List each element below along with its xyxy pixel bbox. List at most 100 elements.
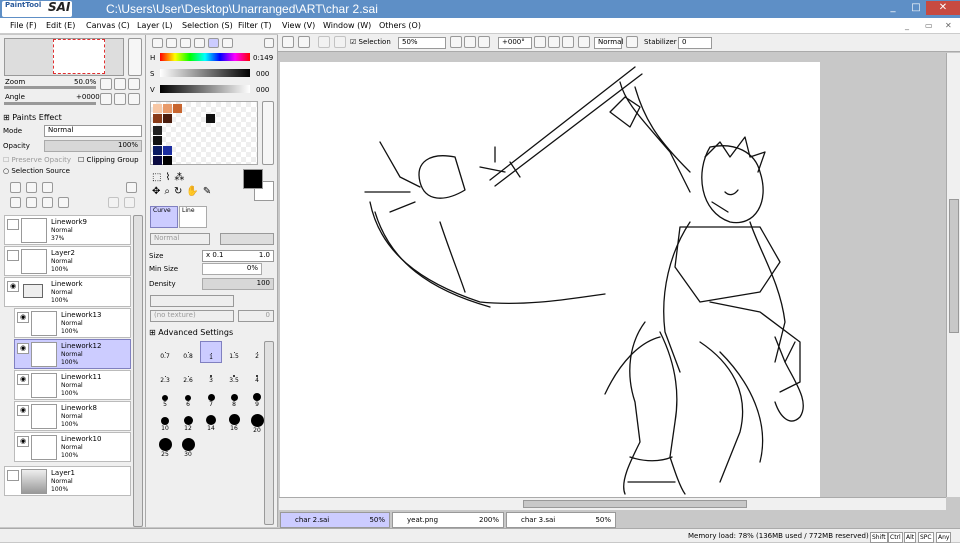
brush-size-preset[interactable]: 2.6 bbox=[177, 365, 199, 387]
rotate-reset-toolbar-icon[interactable] bbox=[562, 36, 574, 48]
layer-item[interactable]: Layer1 Normal 100% bbox=[4, 466, 131, 496]
layer-opacity-bar[interactable]: 100% bbox=[44, 140, 142, 152]
document-tab[interactable]: char 2.sai 50% bbox=[280, 512, 390, 528]
texture-strength[interactable]: 0 bbox=[238, 310, 274, 322]
clipping-group-checkbox[interactable]: ☐ Clipping Group bbox=[78, 156, 139, 165]
close-button[interactable]: ✕ bbox=[926, 1, 960, 15]
layer-visibility-icon[interactable] bbox=[7, 219, 19, 230]
clear-layer-icon[interactable] bbox=[42, 197, 53, 208]
layer-visibility-icon[interactable]: ◉ bbox=[17, 436, 29, 447]
density-bar[interactable]: 100 bbox=[202, 278, 274, 290]
blend-mode-select[interactable]: Normal bbox=[594, 37, 623, 49]
color-scratchpad[interactable] bbox=[150, 101, 258, 165]
angle-slider[interactable] bbox=[4, 102, 96, 105]
saturation-slider[interactable] bbox=[160, 69, 250, 77]
eyedropper-icon[interactable]: ✎ bbox=[203, 186, 215, 197]
transfer-down-icon[interactable] bbox=[10, 197, 21, 208]
brush-size-preset[interactable]: 8 bbox=[223, 389, 245, 411]
rotate-left-icon[interactable] bbox=[100, 93, 112, 105]
rotate-ccw-icon[interactable] bbox=[534, 36, 546, 48]
hue-slider[interactable] bbox=[160, 53, 250, 61]
deselect-icon[interactable] bbox=[318, 36, 330, 48]
brush-size-preset[interactable]: 25 bbox=[154, 437, 176, 459]
advanced-settings-header[interactable]: ⊞ Advanced Settings bbox=[149, 328, 233, 337]
color-swatch[interactable] bbox=[163, 146, 172, 155]
layer-unlock-icon[interactable] bbox=[124, 197, 135, 208]
horizontal-scroll-thumb[interactable] bbox=[523, 500, 747, 508]
rotate-reset-icon[interactable] bbox=[128, 93, 140, 105]
selection-toggle[interactable]: ☑ Selection bbox=[350, 38, 391, 47]
brush-size-preset[interactable]: 3 bbox=[200, 365, 222, 387]
hsv-slider-icon[interactable] bbox=[180, 38, 191, 48]
zoom-out-toolbar-icon[interactable] bbox=[450, 36, 462, 48]
color-swatch[interactable] bbox=[173, 104, 182, 113]
brush-size-preset[interactable]: 7 bbox=[200, 389, 222, 411]
brush-size-preset[interactable]: 6 bbox=[177, 389, 199, 411]
menu-edit[interactable]: Edit (E) bbox=[46, 20, 75, 32]
rgb-slider-icon[interactable] bbox=[166, 38, 177, 48]
magic-wand-icon[interactable]: ⁂ bbox=[174, 172, 188, 183]
zoom-reset-icon[interactable] bbox=[128, 78, 140, 90]
invert-selection-icon[interactable] bbox=[334, 36, 346, 48]
menu-canvas[interactable]: Canvas (C) bbox=[86, 20, 130, 32]
zoom-in-toolbar-icon[interactable] bbox=[464, 36, 476, 48]
maximize-button[interactable]: □ bbox=[906, 1, 926, 15]
new-linework-layer-icon[interactable] bbox=[26, 182, 37, 193]
layer-lock-icon[interactable] bbox=[108, 197, 119, 208]
tool-line[interactable]: Line bbox=[179, 206, 207, 228]
rotate-cw-icon[interactable] bbox=[548, 36, 560, 48]
hand-tool-icon[interactable]: ✋ bbox=[186, 186, 202, 197]
rotate-tool-icon[interactable]: ↻ bbox=[174, 186, 186, 197]
brush-size-preset[interactable]: 0.7 bbox=[154, 341, 176, 363]
layer-item[interactable]: ◉ Linework11 Normal 100% bbox=[14, 370, 131, 400]
zoom-slider[interactable] bbox=[4, 86, 96, 89]
canvas-paper[interactable] bbox=[280, 62, 820, 497]
brush-size-preset[interactable]: 2.3 bbox=[154, 365, 176, 387]
lasso-tool-icon[interactable]: ⌇ bbox=[165, 172, 174, 183]
layer-visibility-icon[interactable]: ◉ bbox=[17, 343, 29, 354]
brush-size-preset[interactable]: 10 bbox=[154, 413, 176, 435]
menu-window[interactable]: Window (W) bbox=[323, 20, 371, 32]
brush-size-preset[interactable]: 16 bbox=[223, 413, 245, 435]
blend-mode-icon[interactable] bbox=[626, 36, 638, 48]
flip-canvas-icon[interactable] bbox=[578, 36, 590, 48]
layer-visibility-icon[interactable]: ◉ bbox=[17, 312, 29, 323]
layer-panel-toggle-icon[interactable] bbox=[126, 182, 137, 193]
color-swatch[interactable] bbox=[153, 126, 162, 135]
layer-item[interactable]: ◉ Linework8 Normal 100% bbox=[14, 401, 131, 431]
menu-selection[interactable]: Selection (S) bbox=[182, 20, 233, 32]
brush-size-preset[interactable]: 3.5 bbox=[223, 365, 245, 387]
primary-color[interactable] bbox=[243, 169, 263, 189]
stabilizer-select[interactable]: 0 bbox=[678, 37, 712, 49]
scratchpad-icon[interactable] bbox=[208, 38, 219, 48]
new-folder-icon[interactable] bbox=[42, 182, 53, 193]
angle-select[interactable]: +000° bbox=[498, 37, 532, 49]
document-tab[interactable]: yeat.png 200% bbox=[392, 512, 504, 528]
horizontal-scrollbar[interactable] bbox=[279, 497, 946, 510]
navigator-viewport[interactable] bbox=[53, 39, 105, 74]
zoom-out-icon[interactable] bbox=[100, 78, 112, 90]
color-swatch[interactable] bbox=[163, 104, 172, 113]
delete-layer-icon[interactable] bbox=[58, 197, 69, 208]
layer-list-scrollbar[interactable] bbox=[133, 215, 143, 527]
navigator-preview[interactable] bbox=[4, 38, 124, 76]
brush-size-preset[interactable]: 1 bbox=[200, 341, 222, 363]
menu-layer[interactable]: Layer (L) bbox=[137, 20, 173, 32]
color-wheel-icon[interactable] bbox=[152, 38, 163, 48]
bleeding-field[interactable] bbox=[150, 295, 234, 307]
menu-filter[interactable]: Filter (T) bbox=[238, 20, 271, 32]
color-swatch[interactable] bbox=[163, 114, 172, 123]
layer-item-selected[interactable]: ◉ Linework12 Normal 100% bbox=[14, 339, 131, 369]
menu-view[interactable]: View (V) bbox=[282, 20, 315, 32]
brush-size-preset[interactable]: 12 bbox=[177, 413, 199, 435]
color-swatch[interactable] bbox=[206, 114, 215, 123]
brush-size-preset[interactable]: 30 bbox=[177, 437, 199, 459]
min-size-bar[interactable]: 0% bbox=[202, 263, 262, 275]
layer-visibility-icon[interactable] bbox=[7, 470, 19, 481]
brush-size-preset[interactable]: 1.5 bbox=[223, 341, 245, 363]
layer-visibility-icon[interactable]: ◉ bbox=[17, 405, 29, 416]
color-swatch[interactable] bbox=[153, 146, 162, 155]
brush-shape-selector[interactable] bbox=[220, 233, 274, 245]
menu-file[interactable]: File (F) bbox=[10, 20, 37, 32]
swatches-icon[interactable] bbox=[194, 38, 205, 48]
